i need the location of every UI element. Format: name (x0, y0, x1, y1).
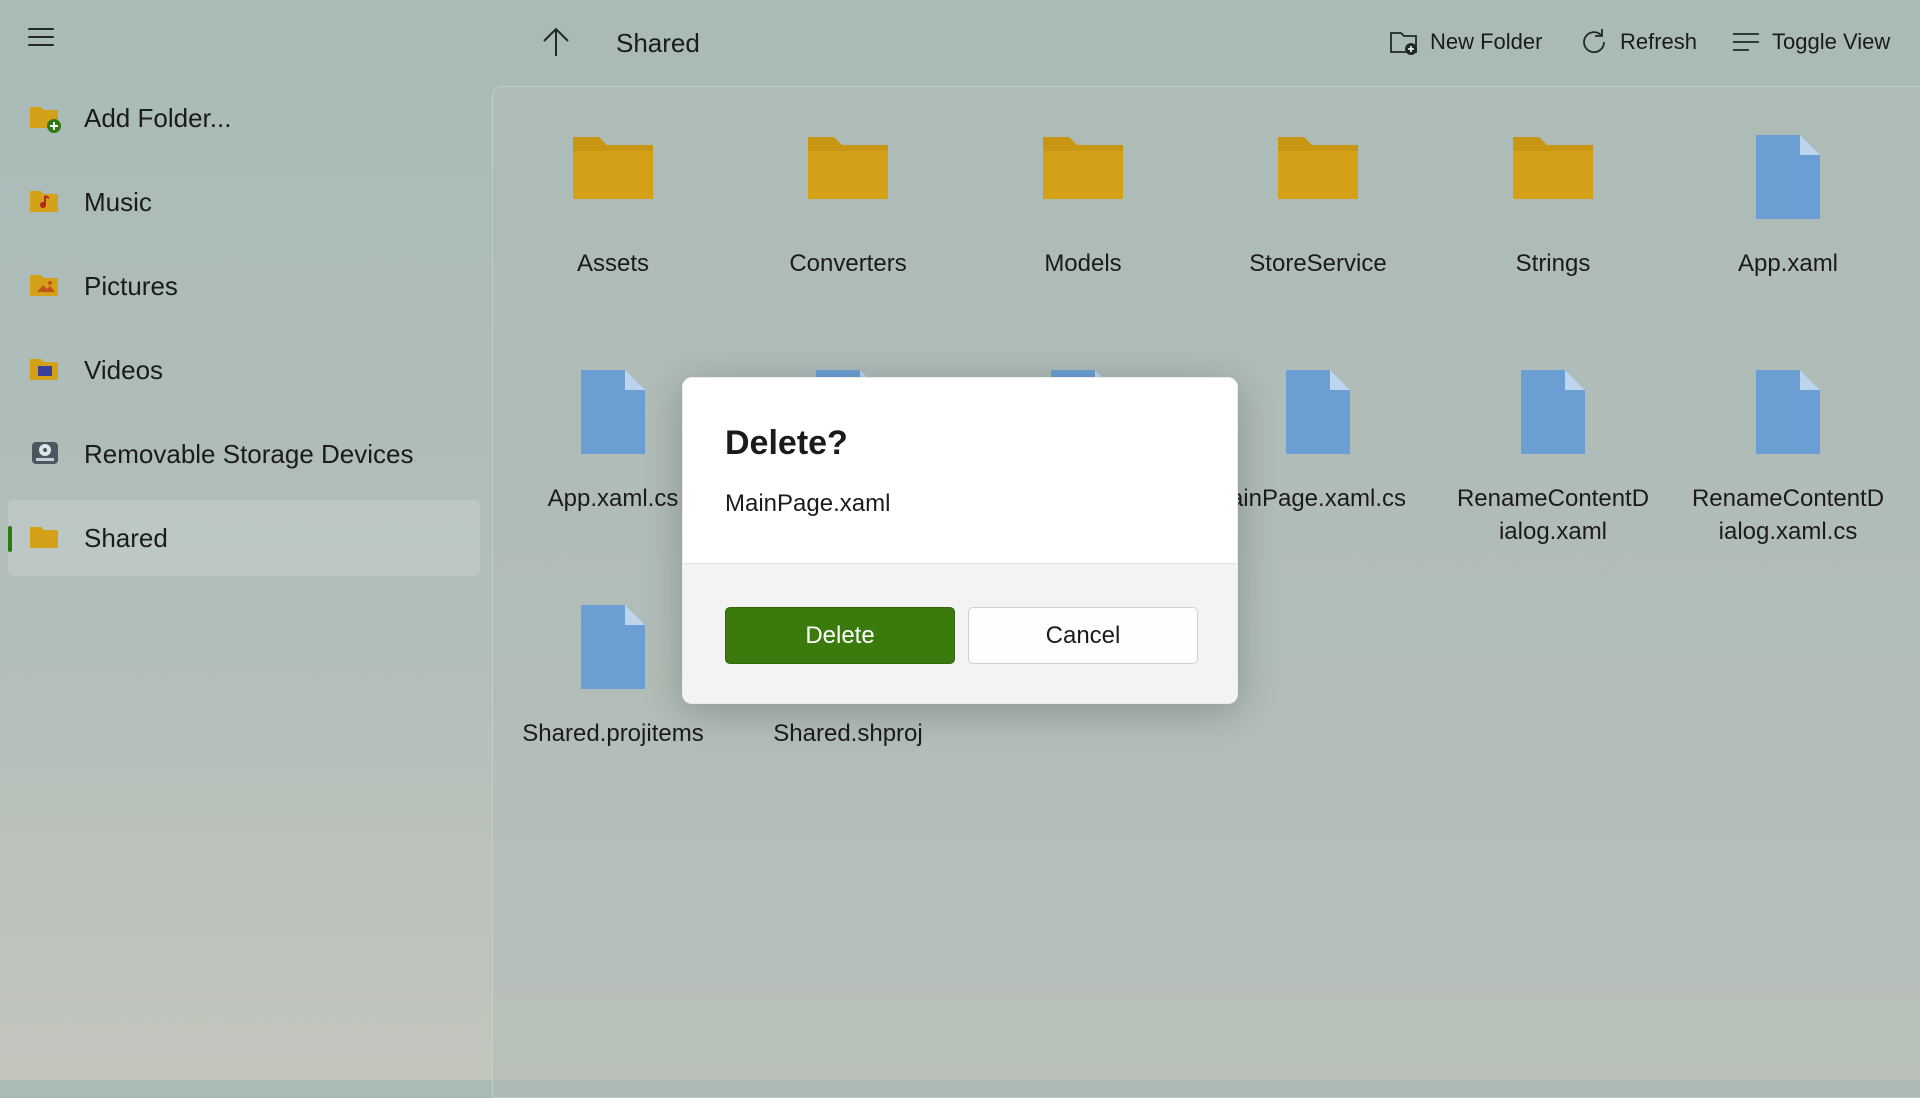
folder-tile[interactable]: StoreService (1213, 97, 1423, 317)
file-name-line: RenameContentD (1691, 485, 1885, 512)
up-arrow-icon[interactable] (538, 24, 574, 60)
new-folder-button[interactable]: New Folder (1388, 20, 1542, 64)
file-icon (581, 370, 645, 454)
sidebar-item-label: Add Folder... (84, 102, 232, 133)
folder-tile[interactable]: Strings (1448, 97, 1658, 317)
dialog-title: Delete? (725, 424, 848, 462)
file-tile[interactable]: RenameContentD ialog.xaml.cs (1683, 332, 1893, 552)
current-folder-title: Shared (616, 28, 700, 58)
hamburger-menu-button[interactable] (26, 24, 56, 50)
sidebar-item-label: Videos (84, 354, 164, 385)
folder-tile[interactable]: Assets (508, 97, 718, 317)
toggle-view-button[interactable]: Toggle View (1730, 20, 1890, 64)
delete-confirm-dialog: Delete? MainPage.xaml Delete Cancel (682, 377, 1238, 704)
file-name-label: RenameContentD ialog.xaml.cs (1683, 482, 1893, 548)
list-view-icon (1733, 33, 1759, 51)
file-name-label: Shared.projitems (522, 720, 704, 747)
file-icon (1286, 370, 1350, 454)
sidebar-item-add-folder[interactable]: Add Folder... (8, 80, 480, 156)
folder-icon (808, 137, 888, 199)
music-folder-icon (30, 191, 58, 212)
folder-icon (1513, 137, 1593, 199)
pictures-folder-icon (30, 275, 58, 296)
file-name-label: Assets (576, 250, 650, 277)
sidebar-item-label: Removable Storage Devices (84, 438, 414, 469)
sidebar: Add Folder... Music Pictures Videos Remo… (8, 80, 480, 584)
file-name-label: ainPage.xaml.cs (1229, 485, 1407, 512)
new-folder-label: New Folder (1430, 29, 1543, 54)
file-icon (1756, 135, 1820, 219)
folder-tile[interactable]: Models (978, 97, 1188, 317)
refresh-icon (1583, 29, 1605, 54)
sidebar-item-videos[interactable]: Videos (8, 332, 480, 408)
file-icon (1756, 370, 1820, 454)
file-name-line: ialog.xaml.cs (1718, 518, 1858, 545)
file-name-label: Converters (789, 250, 907, 277)
file-name-label: Models (1044, 250, 1122, 277)
folder-icon (1278, 137, 1358, 199)
dialog-message: MainPage.xaml (725, 490, 891, 517)
file-name-label: StoreService (1249, 250, 1387, 277)
file-name-line: RenameContentD (1456, 485, 1650, 512)
folder-add-icon (30, 107, 61, 133)
file-icon (581, 605, 645, 689)
cancel-button[interactable]: Cancel (968, 607, 1198, 664)
folder-tile[interactable]: Converters (743, 97, 953, 317)
delete-button[interactable]: Delete (725, 607, 955, 664)
refresh-label: Refresh (1620, 29, 1698, 54)
sidebar-item-removable-storage[interactable]: Removable Storage Devices (8, 416, 480, 492)
sidebar-item-shared[interactable]: Shared (8, 500, 480, 576)
videos-folder-icon (30, 359, 58, 380)
file-name-line: ialog.xaml (1498, 518, 1608, 545)
selection-indicator (8, 526, 12, 552)
sidebar-item-pictures[interactable]: Pictures (8, 248, 480, 324)
folder-icon (1043, 137, 1123, 199)
file-icon (1521, 370, 1585, 454)
file-tile[interactable]: ainPage.xaml.cs (1213, 332, 1423, 552)
folder-icon (573, 137, 653, 199)
file-tile[interactable]: App.xaml (1683, 97, 1893, 317)
new-folder-icon (1390, 32, 1417, 55)
file-name-label: RenameContentD ialog.xaml (1448, 482, 1658, 548)
sidebar-item-label: Shared (84, 522, 168, 553)
file-name-label: App.xaml (1737, 250, 1839, 277)
sidebar-item-music[interactable]: Music (8, 164, 480, 240)
file-tile[interactable]: RenameContentD ialog.xaml (1448, 332, 1658, 552)
refresh-button[interactable]: Refresh (1578, 20, 1697, 64)
folder-icon (30, 527, 58, 548)
file-name-label: Strings (1515, 250, 1591, 277)
sidebar-item-label: Pictures (84, 270, 178, 301)
file-name-label: Shared.shproj (773, 720, 923, 747)
drive-icon (32, 442, 58, 464)
toggle-view-label: Toggle View (1772, 29, 1891, 54)
sidebar-item-label: Music (84, 186, 152, 217)
dialog-footer: Delete Cancel (683, 563, 1237, 703)
